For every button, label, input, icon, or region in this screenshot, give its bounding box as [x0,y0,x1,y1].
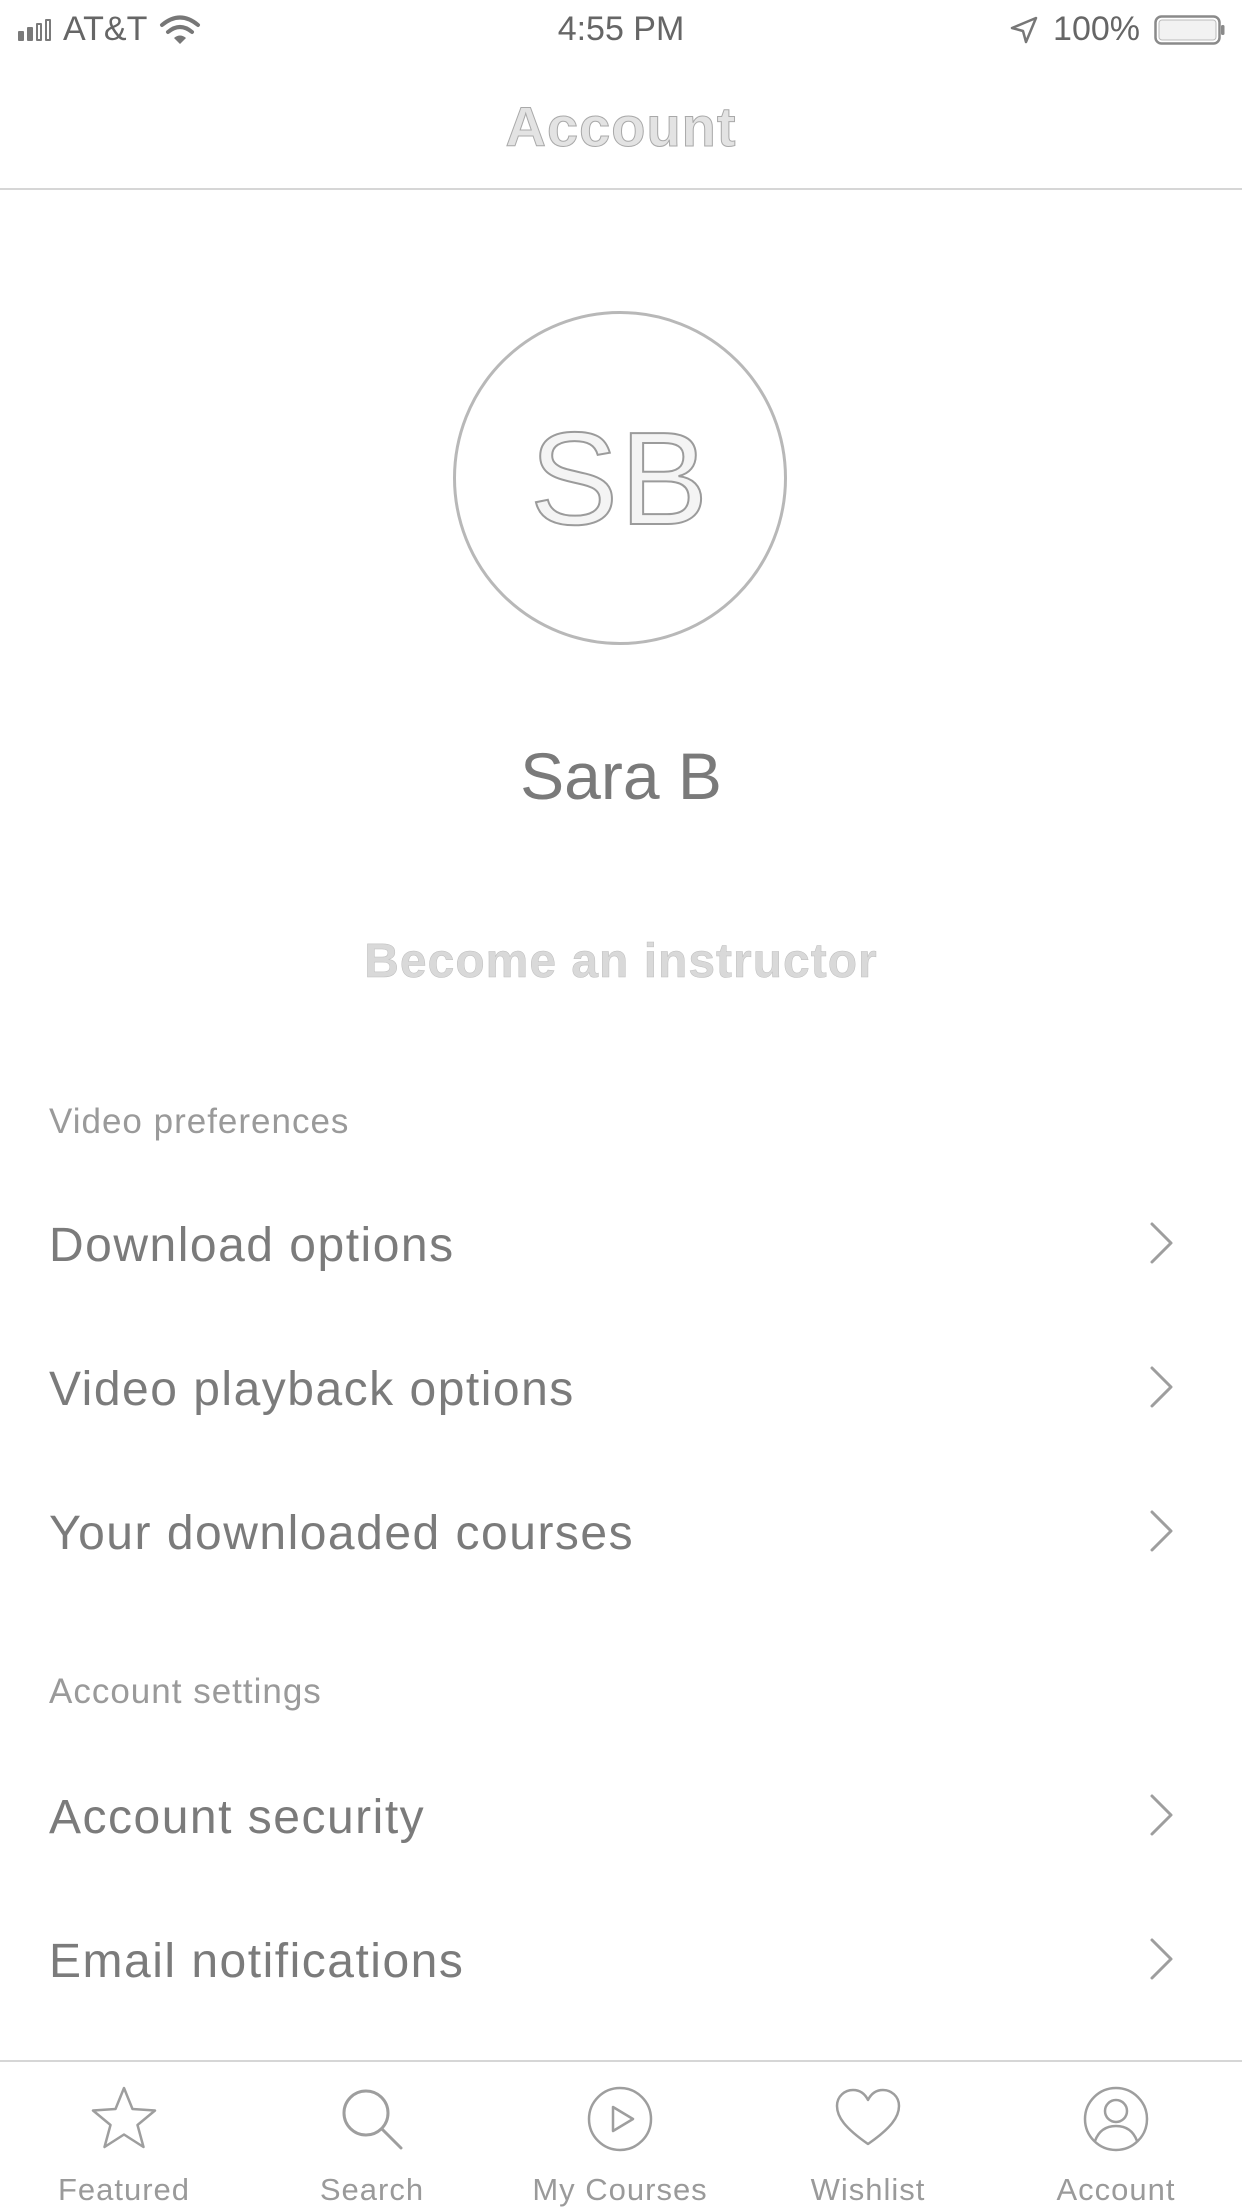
tab-wishlist[interactable]: Wishlist [744,2062,992,2208]
row-download-options[interactable]: Download options [0,1170,1242,1310]
chevron-right-icon [1150,1938,1173,1980]
section-header-video-preferences: Video preferences [49,1102,350,1141]
chevron-right-icon [1150,1510,1173,1552]
star-icon [91,2086,157,2149]
heart-icon [835,2088,901,2146]
become-instructor-link[interactable]: Become an instructor [0,934,1242,989]
avatar-initials: SB [529,404,711,553]
battery-icon [1154,14,1225,45]
navigation-bar: Account [0,62,1242,190]
tab-label: My Courses [532,2172,708,2207]
tab-label: Wishlist [810,2172,926,2207]
row-label: Download options [49,1219,455,1272]
play-circle-icon [587,2086,653,2152]
chevron-right-icon [1150,1366,1173,1408]
tab-account[interactable]: Account [992,2062,1240,2208]
row-label: Video playback options [49,1363,575,1416]
status-bar: AT&T 4:55 PM 100% [0,0,1242,62]
search-icon [342,2089,403,2150]
row-label: Email notifications [49,1935,465,1988]
page-title: Account [505,95,737,159]
row-email-notifications[interactable]: Email notifications [0,1886,1242,2026]
row-label: Account security [49,1791,426,1844]
section-header-account-settings: Account settings [49,1672,322,1711]
tab-label: Search [319,2172,425,2207]
tab-bar: Featured Search My Courses Wishlist Acco… [0,2060,1242,2208]
tab-search[interactable]: Search [248,2062,496,2208]
avatar[interactable]: SB [453,311,787,645]
battery-percentage: 100% [1053,10,1140,48]
row-video-playback-options[interactable]: Video playback options [0,1314,1242,1454]
user-name: Sara B [520,739,722,813]
row-downloaded-courses[interactable]: Your downloaded courses [0,1458,1242,1598]
chevron-right-icon [1150,1222,1173,1264]
row-account-security[interactable]: Account security [0,1742,1242,1882]
user-circle-icon [1083,2086,1149,2152]
tab-label: Featured [57,2172,191,2207]
row-label: Your downloaded courses [49,1507,635,1560]
tab-featured[interactable]: Featured [0,2062,248,2208]
location-arrow-icon [1010,16,1038,43]
tab-label: Account [1056,2172,1176,2207]
tab-my-courses[interactable]: My Courses [496,2062,744,2208]
chevron-right-icon [1150,1794,1173,1836]
